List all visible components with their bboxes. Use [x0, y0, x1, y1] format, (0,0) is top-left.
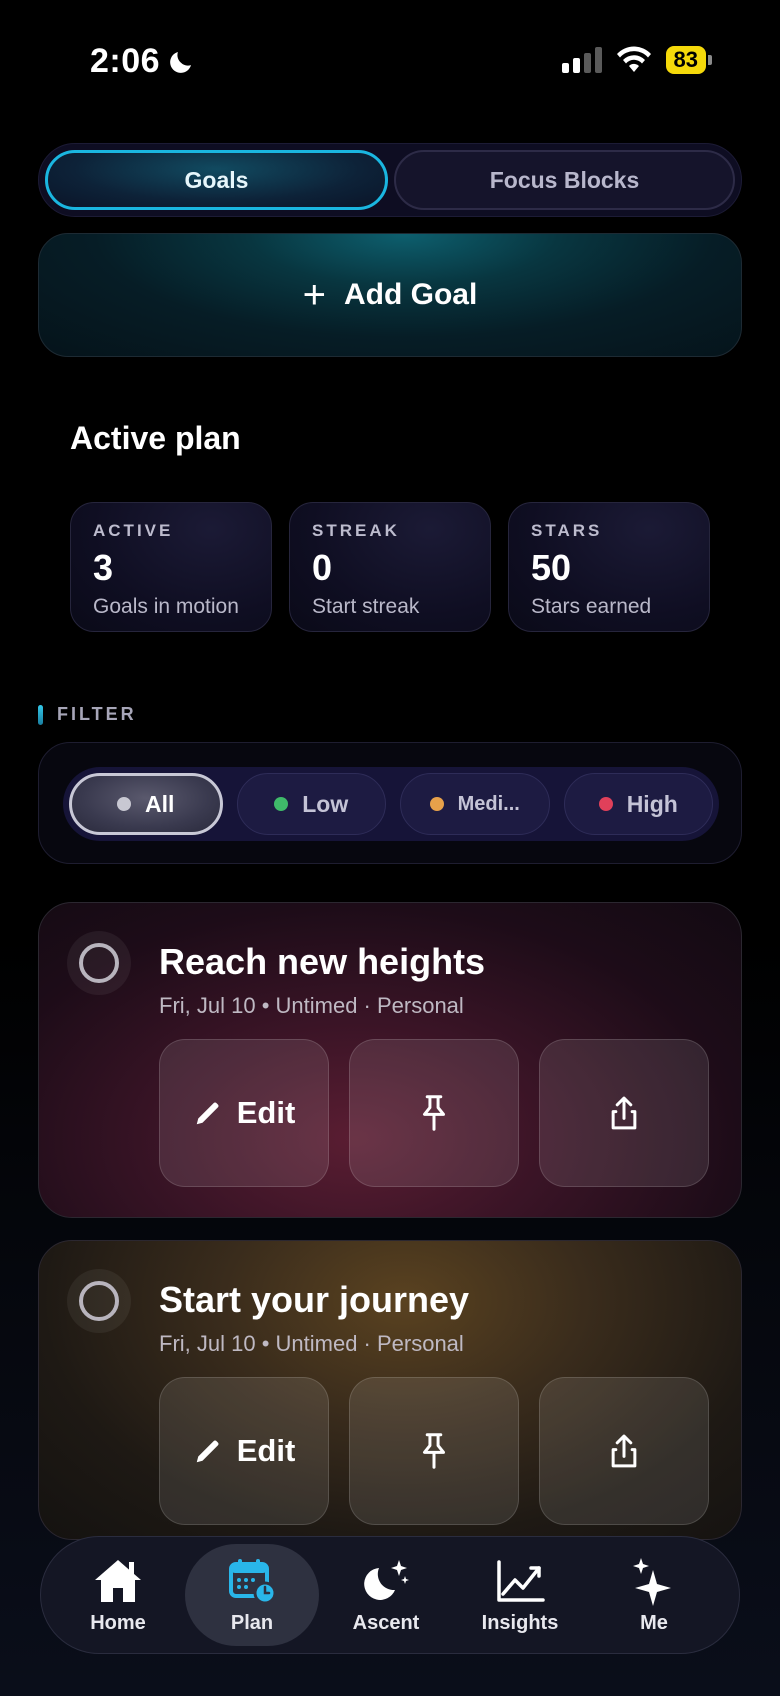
home-icon: [95, 1559, 141, 1602]
battery-cap: [708, 55, 712, 65]
circle-icon: [79, 943, 119, 983]
tab-goals[interactable]: Goals: [45, 150, 388, 210]
moon-stars-icon: [364, 1559, 409, 1600]
edit-button[interactable]: Edit: [159, 1039, 329, 1187]
wifi-icon: [616, 46, 651, 72]
bottom-nav: Home Plan Ascent Insights Me: [40, 1536, 740, 1654]
edit-button[interactable]: Edit: [159, 1377, 329, 1525]
battery-level: 83: [665, 46, 706, 74]
plus-icon: +: [302, 273, 326, 317]
chip-label: High: [626, 790, 678, 817]
dot-icon: [117, 797, 132, 811]
chip-label: All: [145, 790, 175, 817]
goal-title: Start your journey: [159, 1279, 470, 1320]
complete-checkbox[interactable]: [67, 931, 131, 995]
filter-chip-high[interactable]: High: [563, 773, 713, 835]
share-button[interactable]: [539, 1377, 709, 1525]
chart-line-icon: [497, 1559, 545, 1602]
add-goal-button[interactable]: + Add Goal: [38, 233, 742, 357]
calendar-clock-icon: [229, 1558, 277, 1604]
goal-card[interactable]: Start your journey Fri, Jul 10 • Untimed…: [38, 1240, 742, 1540]
status-time: 2:06: [90, 42, 196, 81]
nav-item-me[interactable]: Me: [587, 1544, 721, 1646]
section-title-active-plan: Active plan: [70, 420, 241, 456]
nav-item-home[interactable]: Home: [51, 1544, 185, 1646]
goal-meta: Fri, Jul 10 • Untimed · Personal: [159, 1331, 464, 1356]
share-button[interactable]: [539, 1039, 709, 1187]
stat-value: 0: [312, 547, 333, 588]
complete-checkbox[interactable]: [67, 1269, 131, 1333]
status-time-text: 2:06: [90, 42, 161, 80]
battery-indicator: 83: [665, 46, 712, 74]
stat-card-stars: STARS 50 Stars earned: [508, 502, 710, 632]
nav-item-insights[interactable]: Insights: [453, 1544, 587, 1646]
stat-card-active: ACTIVE 3 Goals in motion: [70, 502, 272, 632]
add-goal-label: Add Goal: [344, 278, 478, 311]
share-icon: [611, 1096, 637, 1130]
stat-value: 3: [93, 547, 114, 588]
chip-label: Low: [302, 790, 349, 817]
nav-label: Home: [90, 1611, 146, 1634]
stat-card-streak: STREAK 0 Start streak: [289, 502, 491, 632]
nav-item-plan[interactable]: Plan: [185, 1544, 319, 1646]
edit-label: Edit: [236, 1095, 296, 1130]
filter-heading-text: FILTER: [57, 704, 137, 724]
pencil-icon: [196, 1440, 219, 1463]
nav-label: Plan: [230, 1611, 274, 1634]
dot-icon: [274, 797, 289, 811]
sparkles-icon: [633, 1557, 671, 1606]
nav-item-ascent[interactable]: Ascent: [319, 1544, 453, 1646]
cellular-signal-icon: [561, 47, 602, 73]
edit-label: Edit: [236, 1433, 296, 1468]
stat-label: STREAK: [312, 521, 400, 540]
filter-chip-group: All Low Medi... High: [63, 767, 719, 841]
goal-actions: Edit: [159, 1039, 709, 1187]
status-indicators: 83: [561, 46, 712, 74]
goal-card[interactable]: Reach new heights Fri, Jul 10 • Untimed …: [38, 902, 742, 1218]
filter-chip-medium[interactable]: Medi...: [400, 773, 550, 835]
stat-label: STARS: [531, 521, 603, 540]
chip-label: Medi...: [457, 792, 520, 815]
pin-button[interactable]: [349, 1377, 519, 1525]
tab-focus-blocks[interactable]: Focus Blocks: [394, 150, 735, 210]
pin-icon: [423, 1095, 445, 1131]
goal-title: Reach new heights: [159, 941, 486, 982]
view-switcher: Goals Focus Blocks: [38, 143, 742, 217]
share-icon: [611, 1434, 637, 1468]
filter-panel: All Low Medi... High: [38, 742, 742, 864]
stat-subtitle: Goals in motion: [93, 595, 239, 618]
filter-chip-all[interactable]: All: [69, 773, 223, 835]
nav-label: Me: [640, 1611, 668, 1634]
nav-label: Insights: [481, 1611, 559, 1634]
nav-label: Ascent: [352, 1611, 420, 1634]
pin-icon: [423, 1433, 445, 1469]
goal-actions: Edit: [159, 1377, 709, 1525]
stat-subtitle: Stars earned: [531, 595, 652, 618]
dot-icon: [429, 797, 444, 811]
pin-button[interactable]: [349, 1039, 519, 1187]
stat-label: ACTIVE: [93, 521, 174, 540]
moon-icon: [170, 51, 192, 73]
goal-meta: Fri, Jul 10 • Untimed · Personal: [159, 993, 464, 1018]
stat-subtitle: Start streak: [312, 595, 420, 618]
pencil-icon: [196, 1102, 219, 1125]
dot-icon: [598, 797, 613, 811]
filter-accent-bar: [38, 704, 43, 725]
circle-icon: [79, 1281, 119, 1321]
filter-heading: FILTER: [38, 704, 137, 725]
filter-chip-low[interactable]: Low: [236, 773, 386, 835]
stat-value: 50: [531, 547, 572, 588]
